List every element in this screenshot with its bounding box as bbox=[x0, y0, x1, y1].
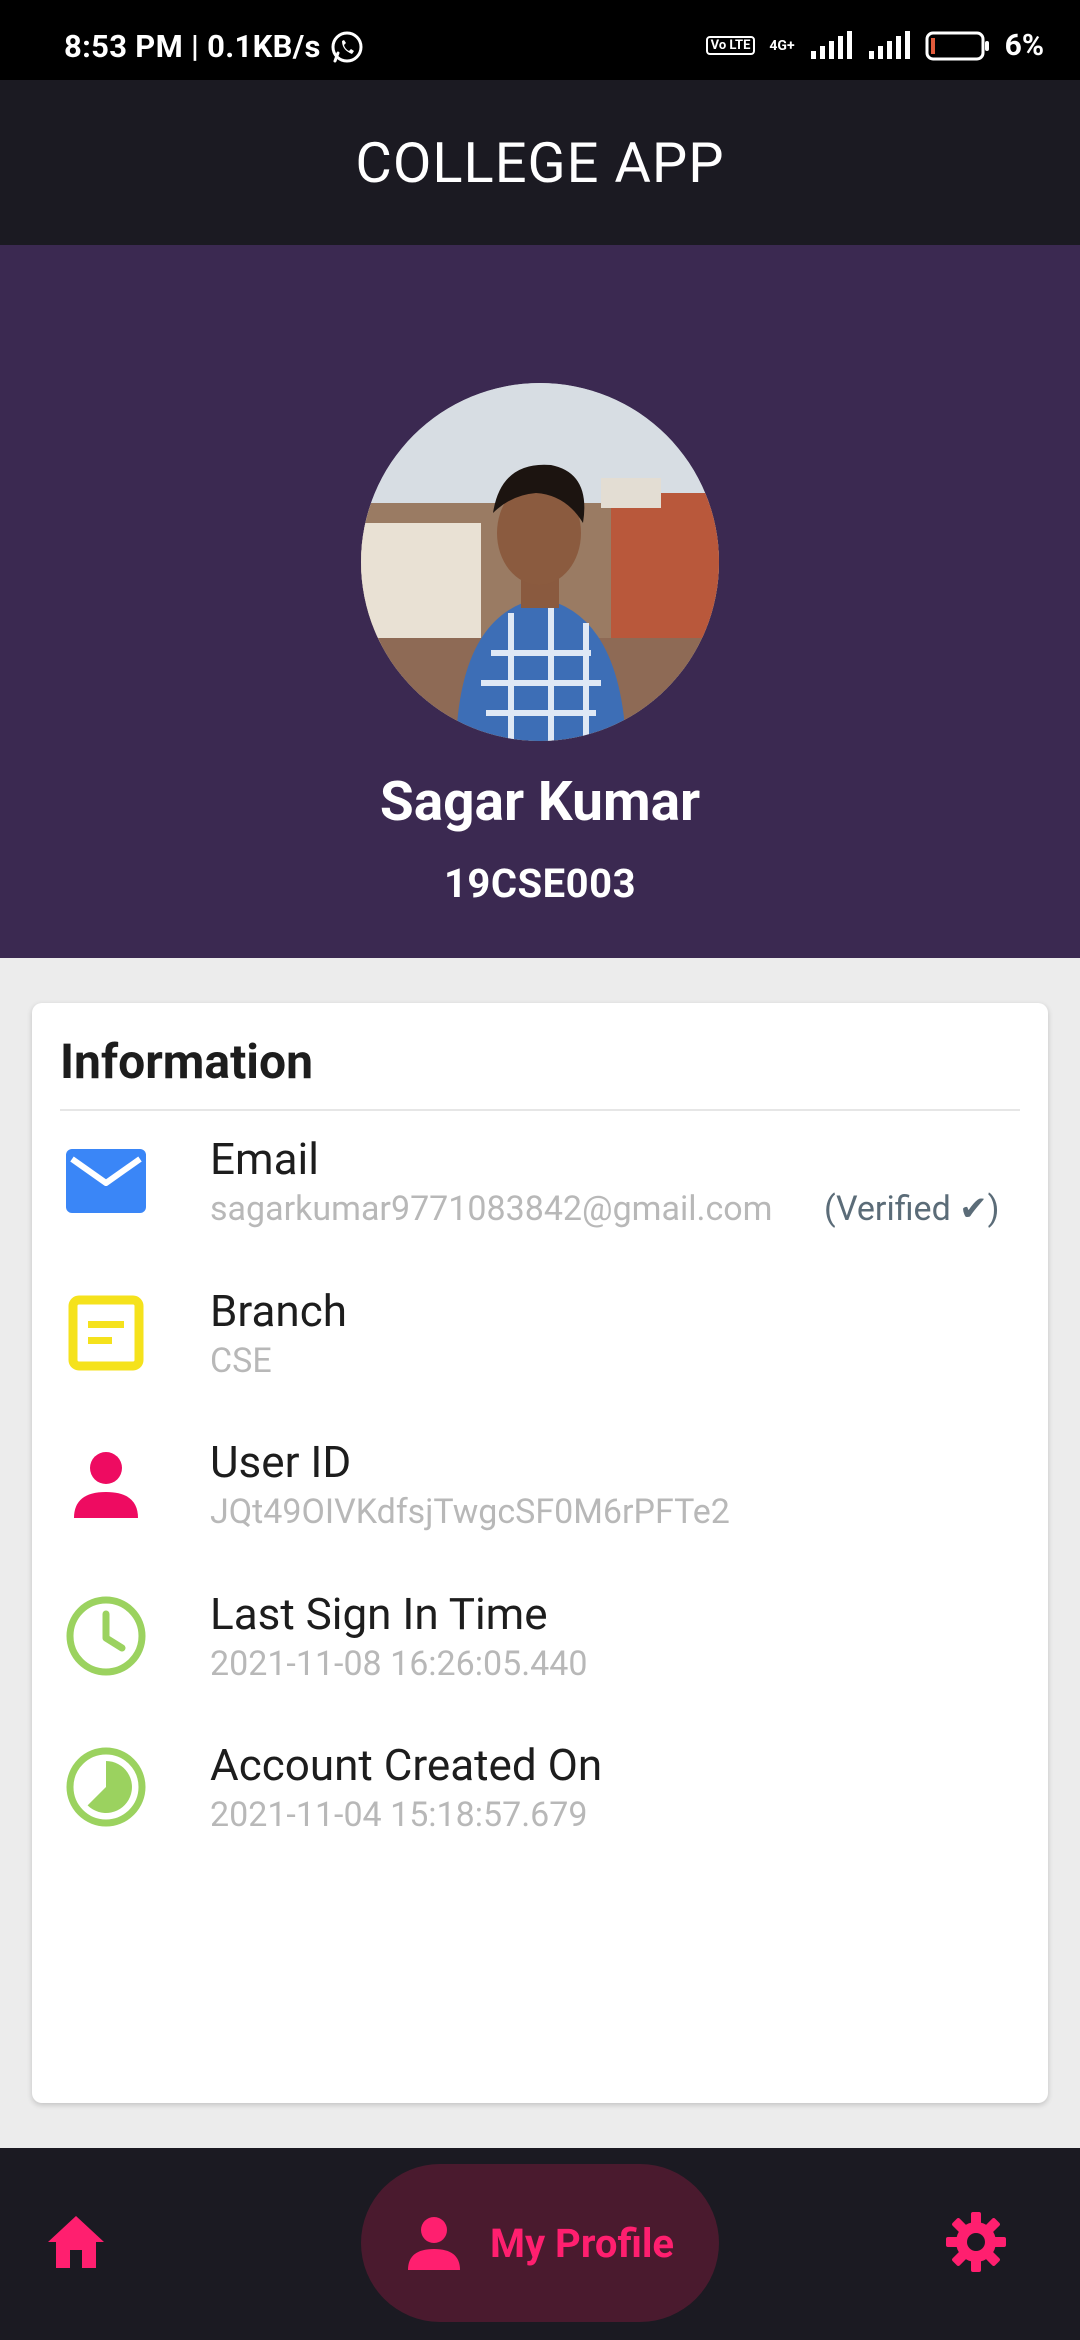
profile-header: Sagar Kumar 19CSE003 bbox=[0, 245, 1080, 958]
last-sign-in-value: 2021-11-08 16:26:05.440 bbox=[210, 1644, 588, 1684]
user-id-row: User ID JQt49OIVKdfsjTwgcSF0M6rPFTe2 bbox=[32, 1436, 1048, 1566]
status-right: Vo LTE 4G+ 6% bbox=[705, 28, 1044, 63]
status-left: 8:53 PM | 0.1KB/s bbox=[64, 28, 365, 65]
user-id-label: User ID bbox=[210, 1436, 352, 1488]
notes-icon bbox=[62, 1289, 150, 1377]
profile-name: Sagar Kumar bbox=[379, 770, 701, 834]
email-value: sagarkumar9771083842@gmail.com bbox=[210, 1189, 773, 1229]
branch-row: Branch CSE bbox=[32, 1285, 1048, 1415]
status-bar: 8:53 PM | 0.1KB/s Vo LTE 4G+ 6% bbox=[0, 0, 1080, 80]
my-profile-label: My Profile bbox=[489, 2219, 675, 2267]
home-icon bbox=[48, 2216, 104, 2268]
branch-value: CSE bbox=[210, 1341, 272, 1381]
person-icon bbox=[62, 1440, 150, 1528]
account-created-row: Account Created On 2021-11-04 15:18:57.6… bbox=[32, 1739, 1048, 1869]
network-type: 4G+ bbox=[769, 37, 795, 54]
email-icon bbox=[62, 1137, 150, 1225]
timelapse-icon bbox=[62, 1743, 150, 1831]
last-sign-in-label: Last Sign In Time bbox=[210, 1588, 548, 1640]
information-title: Information bbox=[60, 1033, 314, 1090]
gear-icon bbox=[946, 2212, 1006, 2272]
home-nav-button[interactable] bbox=[44, 2210, 108, 2274]
signal-icon bbox=[810, 30, 852, 59]
information-card: Information Email sagarkumar9771083842@g… bbox=[32, 1003, 1048, 2103]
last-sign-in-row: Last Sign In Time 2021-11-08 16:26:05.44… bbox=[32, 1588, 1048, 1718]
person-icon bbox=[407, 2217, 460, 2270]
account-created-value: 2021-11-04 15:18:57.679 bbox=[210, 1795, 588, 1835]
my-profile-nav-button[interactable]: My Profile bbox=[361, 2164, 719, 2322]
user-id-value: JQt49OIVKdfsjTwgcSF0M6rPFTe2 bbox=[210, 1492, 730, 1532]
bottom-nav: My Profile bbox=[0, 2148, 1080, 2340]
profile-id: 19CSE003 bbox=[443, 860, 637, 907]
email-row: Email sagarkumar9771083842@gmail.com (Ve… bbox=[32, 1133, 1048, 1263]
battery-icon bbox=[925, 31, 989, 60]
divider bbox=[60, 1109, 1020, 1111]
app-bar: COLLEGE APP bbox=[0, 80, 1080, 245]
branch-label: Branch bbox=[210, 1285, 347, 1337]
app-title: COLLEGE APP bbox=[355, 129, 725, 196]
account-created-label: Account Created On bbox=[210, 1739, 603, 1791]
verified-badge: (Verified ✔) bbox=[824, 1189, 1000, 1229]
whatsapp-icon bbox=[331, 31, 363, 62]
avatar-photo bbox=[361, 383, 719, 741]
avatar[interactable] bbox=[361, 383, 719, 741]
signal-icon-2 bbox=[868, 30, 910, 59]
settings-nav-button[interactable] bbox=[944, 2210, 1008, 2274]
email-label: Email bbox=[210, 1133, 319, 1185]
battery-percent: 6% bbox=[1004, 28, 1044, 63]
status-time-speed: 8:53 PM | 0.1KB/s bbox=[64, 28, 321, 65]
volte-badge: Vo LTE bbox=[705, 36, 756, 55]
clock-icon bbox=[62, 1592, 150, 1680]
